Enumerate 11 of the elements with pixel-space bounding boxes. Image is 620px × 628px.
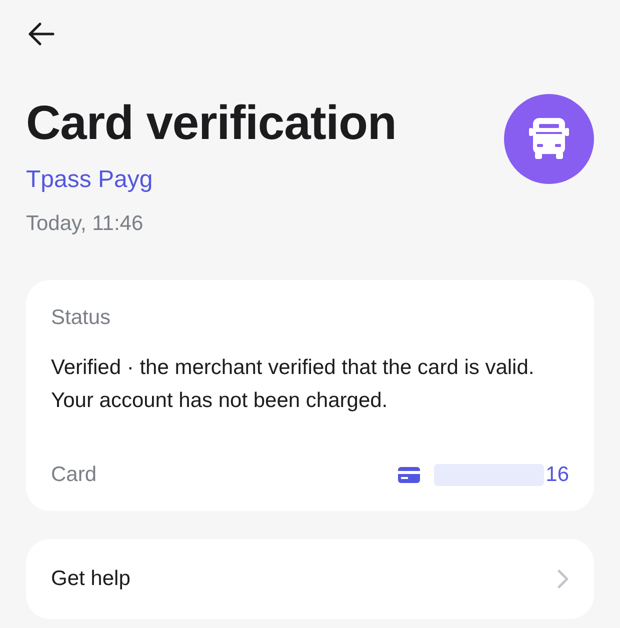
merchant-name[interactable]: Tpass Payg — [26, 162, 396, 198]
card-icon — [398, 466, 420, 483]
get-help-row[interactable]: Get help — [26, 538, 594, 618]
page-title: Card verification — [26, 96, 396, 152]
chevron-right-icon — [557, 568, 569, 588]
status-label: Status — [51, 304, 112, 330]
card-number: 16 — [546, 462, 569, 488]
status-message: Verified · the merchant verified that the card is valid. Your account has not been charged. — [51, 355, 536, 414]
transaction-time: Today, 11:46 — [26, 211, 144, 237]
card-label: Card — [51, 462, 97, 488]
back-button[interactable] — [26, 20, 56, 48]
